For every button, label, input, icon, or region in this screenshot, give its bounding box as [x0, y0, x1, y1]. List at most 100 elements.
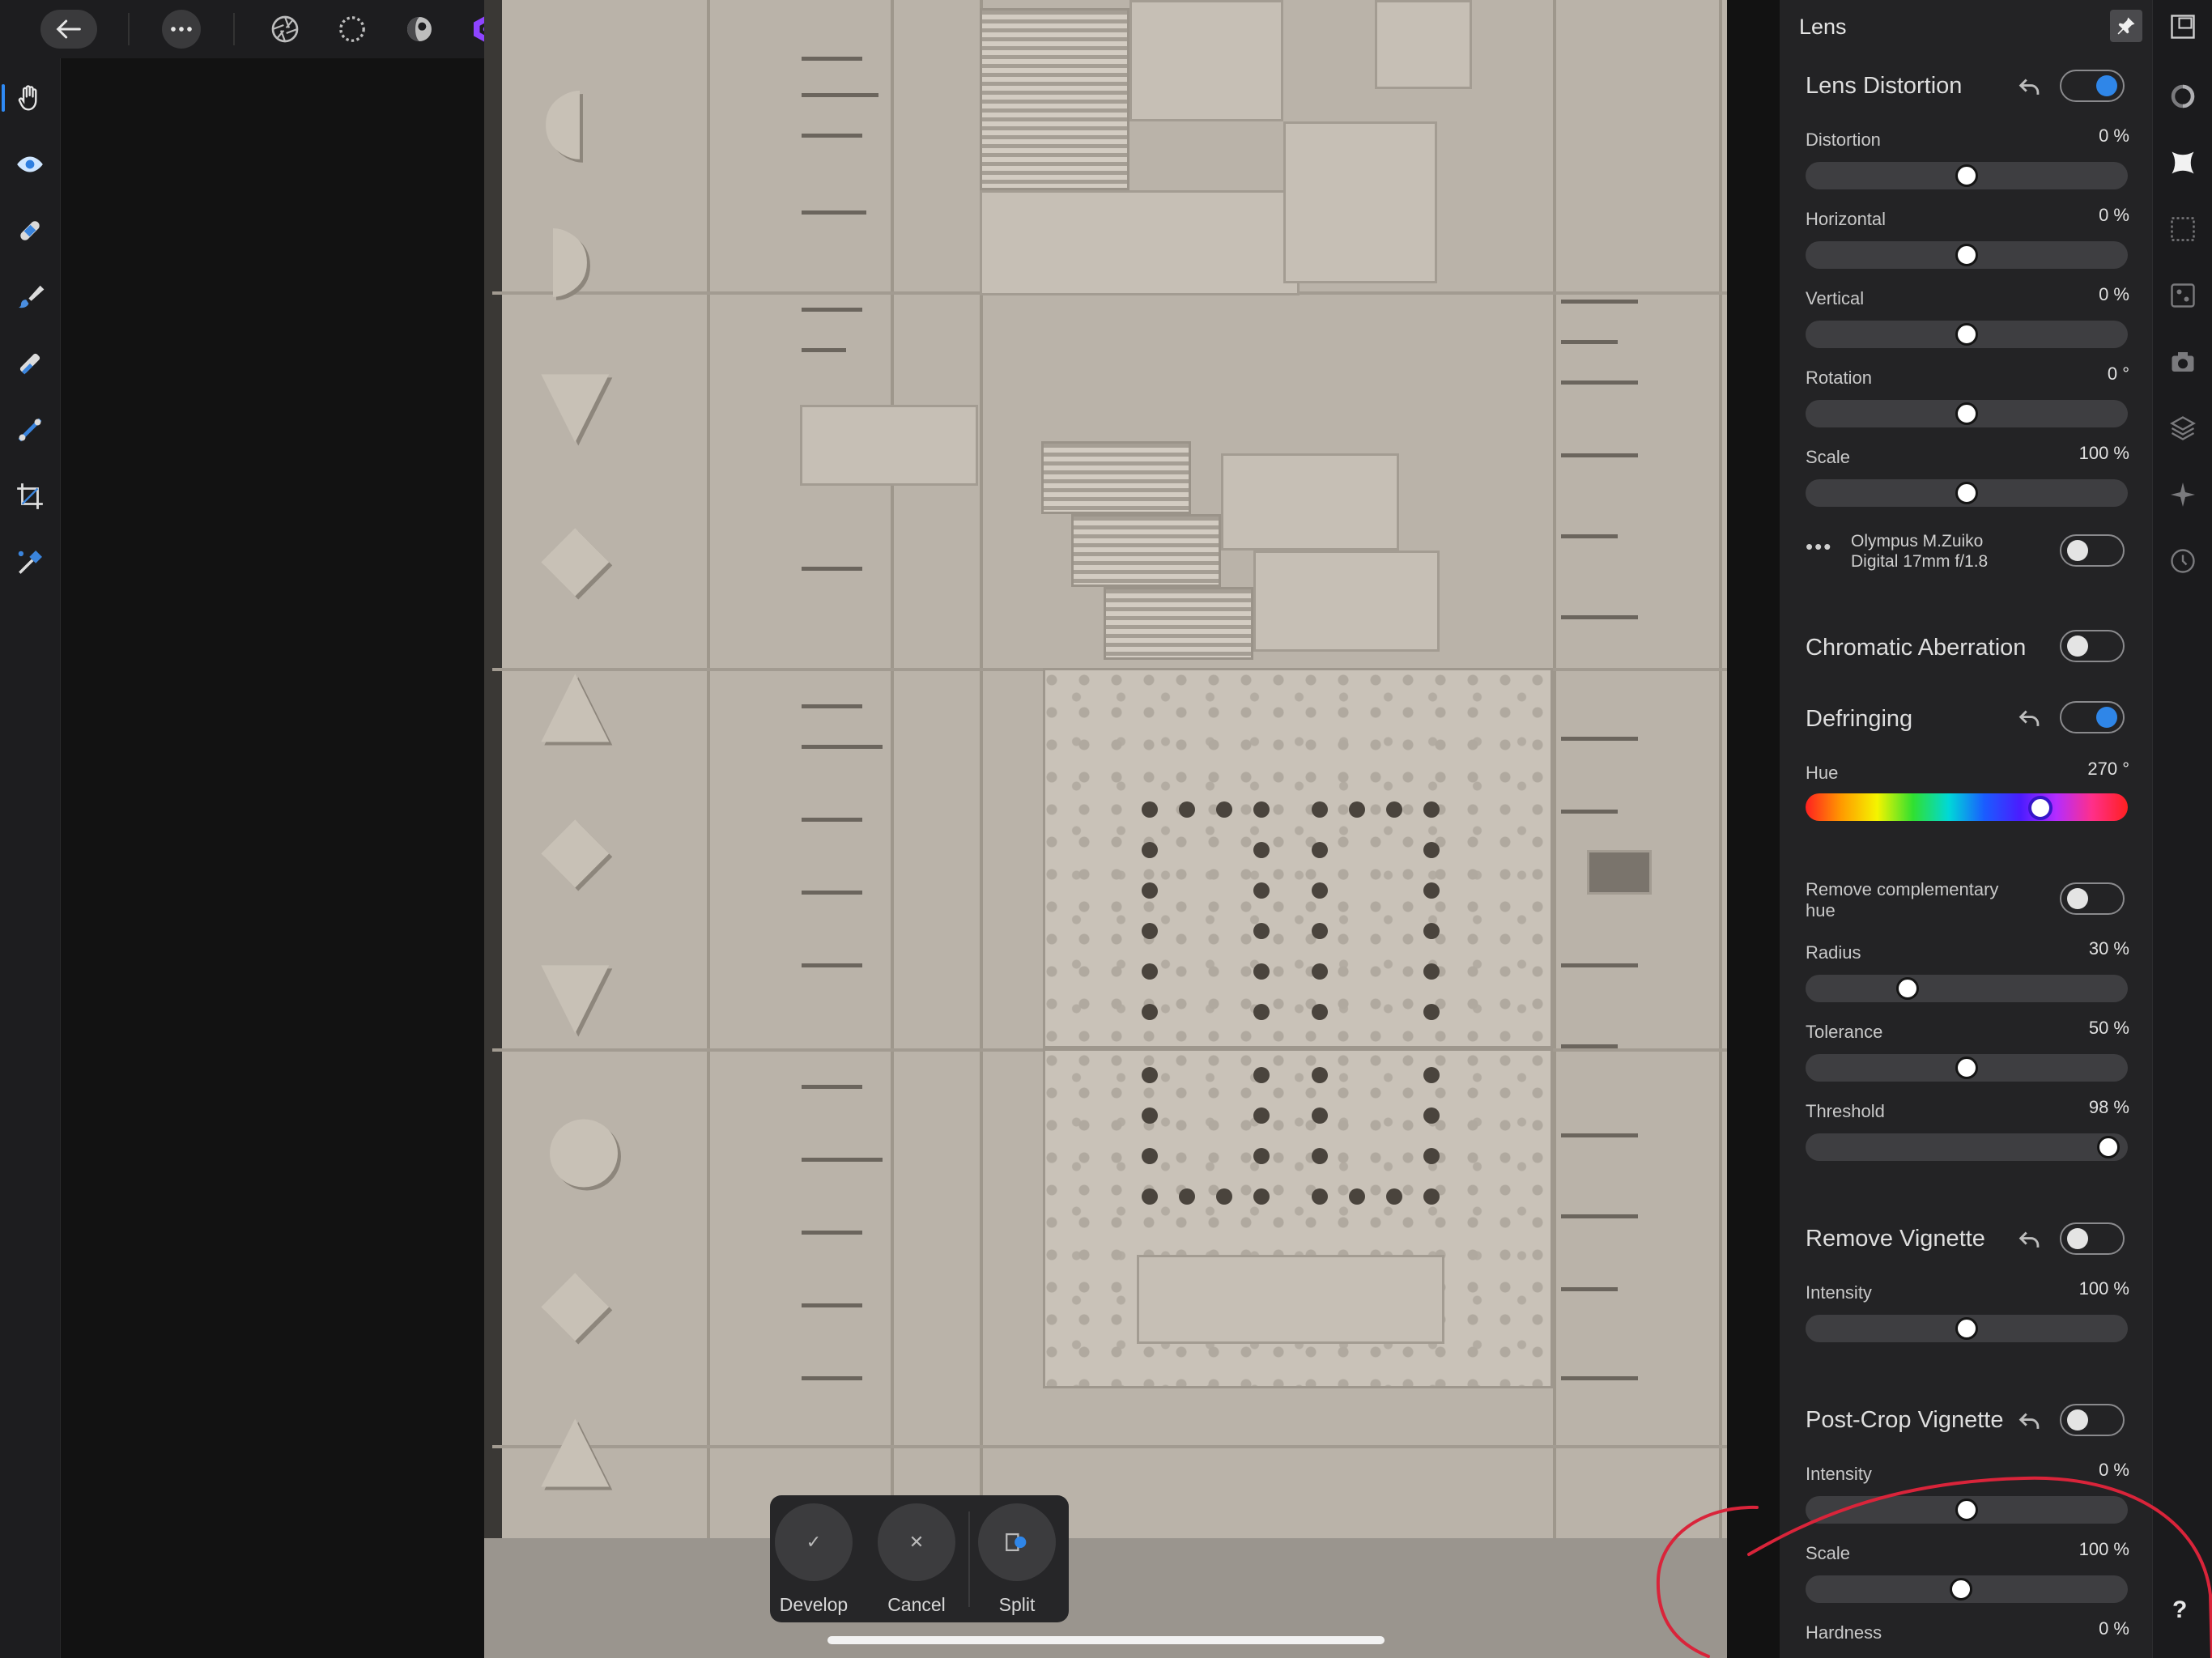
- navigator-button[interactable]: [2167, 11, 2198, 42]
- vignette-intensity-slider[interactable]: [1806, 1315, 2128, 1342]
- chromatic-aberration-toggle[interactable]: [2060, 630, 2125, 662]
- relief-stripes: [1041, 441, 1191, 514]
- relief-hole: [1142, 1107, 1158, 1124]
- remove-complementary-hue-toggle[interactable]: [2060, 882, 2125, 915]
- home-indicator[interactable]: [827, 1636, 1385, 1644]
- camera-panel-button[interactable]: [2167, 346, 2198, 377]
- slider-knob[interactable]: [1896, 977, 1919, 1000]
- view-tool-button[interactable]: [2, 79, 49, 117]
- red-eye-tool-button[interactable]: [11, 146, 49, 183]
- history-panel-button[interactable]: [2167, 546, 2198, 576]
- layers-panel-button[interactable]: [2167, 413, 2198, 444]
- crop-tool-button[interactable]: [11, 478, 49, 515]
- brush-tool-button[interactable]: [11, 278, 49, 316]
- carved-slot: [802, 1231, 862, 1235]
- remove-comp-line2: hue: [1806, 900, 1836, 920]
- lens-panel-button[interactable]: [2167, 147, 2198, 178]
- slider-knob[interactable]: [2097, 1136, 2120, 1158]
- lens-distortion-toggle[interactable]: [2060, 70, 2125, 102]
- reset-icon[interactable]: [2016, 704, 2044, 732]
- carved-slot: [1561, 615, 1638, 619]
- develop-persona-button[interactable]: [402, 10, 437, 49]
- develop-button[interactable]: ✓ Develop: [773, 1503, 854, 1616]
- distortion-slider[interactable]: [1806, 162, 2128, 189]
- relief-hole: [1423, 1107, 1440, 1124]
- vertical-value: 0 %: [2099, 284, 2129, 304]
- hue-slider[interactable]: [1806, 793, 2128, 821]
- overlays-panel-button[interactable]: [2167, 479, 2198, 510]
- remove-vignette-toggle[interactable]: [2060, 1222, 2125, 1255]
- slider-knob[interactable]: [1955, 323, 1978, 346]
- liquify-persona-button[interactable]: [334, 10, 370, 49]
- photo-canvas[interactable]: ◖ ◗ ▼ ◆ ▲ ◆ ▼ ● ◆ ▲: [484, 0, 1727, 1658]
- slider-knob[interactable]: [1955, 244, 1978, 266]
- layers-icon: [2170, 416, 2196, 440]
- textured-panel: [1043, 668, 1553, 1048]
- reset-icon[interactable]: [2016, 1226, 2044, 1253]
- carved-slot: [802, 818, 862, 822]
- slider-knob[interactable]: [1955, 402, 1978, 425]
- carved-slot: [1561, 963, 1638, 967]
- post-crop-vignette-toggle[interactable]: [2060, 1404, 2125, 1436]
- gradient-icon: [18, 418, 42, 442]
- reset-icon[interactable]: [2016, 73, 2044, 100]
- carved-slot: [802, 963, 862, 967]
- slider-knob[interactable]: [1955, 1317, 1978, 1340]
- relief-block: [1283, 121, 1437, 283]
- slider-knob[interactable]: [1955, 1056, 1978, 1079]
- hand-icon: [18, 85, 37, 111]
- lens-distortion-title: Lens Distortion: [1806, 73, 1963, 99]
- pcv-intensity-value: 0 %: [2099, 1460, 2129, 1480]
- slider-knob[interactable]: [1950, 1578, 1972, 1601]
- tolerance-slider[interactable]: [1806, 1054, 2128, 1082]
- reset-icon[interactable]: [2016, 1407, 2044, 1435]
- basic-panel-button[interactable]: [2167, 81, 2198, 112]
- basic-icon: [2171, 84, 2195, 108]
- slider-knob[interactable]: [1955, 164, 1978, 187]
- carved-lettering: ◆: [541, 502, 610, 606]
- relief-hole: [1253, 882, 1270, 899]
- split-view-icon: [978, 1503, 1056, 1581]
- radius-slider[interactable]: [1806, 975, 2128, 1002]
- white-balance-tool-button[interactable]: [11, 544, 49, 581]
- overlay-paint-tool-button[interactable]: [11, 345, 49, 382]
- photo-persona-button[interactable]: [267, 10, 303, 49]
- relief-hole: [1312, 1067, 1328, 1083]
- pin-panel-button[interactable]: [2110, 10, 2142, 42]
- toggle-knob: [2067, 1228, 2088, 1249]
- stone-joint: [1719, 0, 1722, 1538]
- cancel-button[interactable]: ✕ Cancel: [876, 1503, 957, 1616]
- rotation-slider[interactable]: [1806, 400, 2128, 427]
- vertical-slider[interactable]: [1806, 321, 2128, 348]
- overlay-gradient-tool-button[interactable]: [11, 411, 49, 449]
- paint-brush-icon: [18, 285, 45, 308]
- scale-slider[interactable]: [1806, 479, 2128, 507]
- pcv-intensity-label: Intensity: [1806, 1464, 1872, 1484]
- back-arrow-icon: [56, 19, 81, 39]
- lens-profile-toggle[interactable]: [2060, 534, 2125, 567]
- slider-knob[interactable]: [1955, 1499, 1978, 1521]
- help-button[interactable]: ?: [2172, 1596, 2187, 1624]
- effects-panel-button[interactable]: [2167, 280, 2198, 311]
- split-view-button[interactable]: Split: [976, 1503, 1057, 1616]
- remove-comp-line1: Remove complementary: [1806, 879, 1999, 899]
- pcv-scale-slider[interactable]: [1806, 1575, 2128, 1603]
- details-panel-button[interactable]: [2167, 214, 2198, 244]
- slider-knob[interactable]: [1955, 482, 1978, 504]
- relief-hole: [1312, 842, 1328, 858]
- carved-lettering: ◆: [541, 1247, 610, 1351]
- carved-slot: [802, 1085, 862, 1089]
- stone-joint: [1553, 0, 1556, 1538]
- blemish-tool-button[interactable]: [11, 212, 49, 249]
- threshold-slider[interactable]: [1806, 1133, 2128, 1161]
- defringing-toggle[interactable]: [2060, 701, 2125, 733]
- carved-lettering: ◗: [545, 202, 592, 307]
- carved-slot: [1561, 1376, 1638, 1380]
- slider-knob[interactable]: [2028, 796, 2052, 820]
- horizontal-slider[interactable]: [1806, 241, 2128, 269]
- back-button[interactable]: [40, 10, 97, 49]
- lens-options-button[interactable]: •••: [1806, 534, 1832, 559]
- pcv-intensity-slider[interactable]: [1806, 1496, 2128, 1524]
- carved-slot: [802, 1303, 862, 1307]
- more-button[interactable]: [162, 10, 201, 49]
